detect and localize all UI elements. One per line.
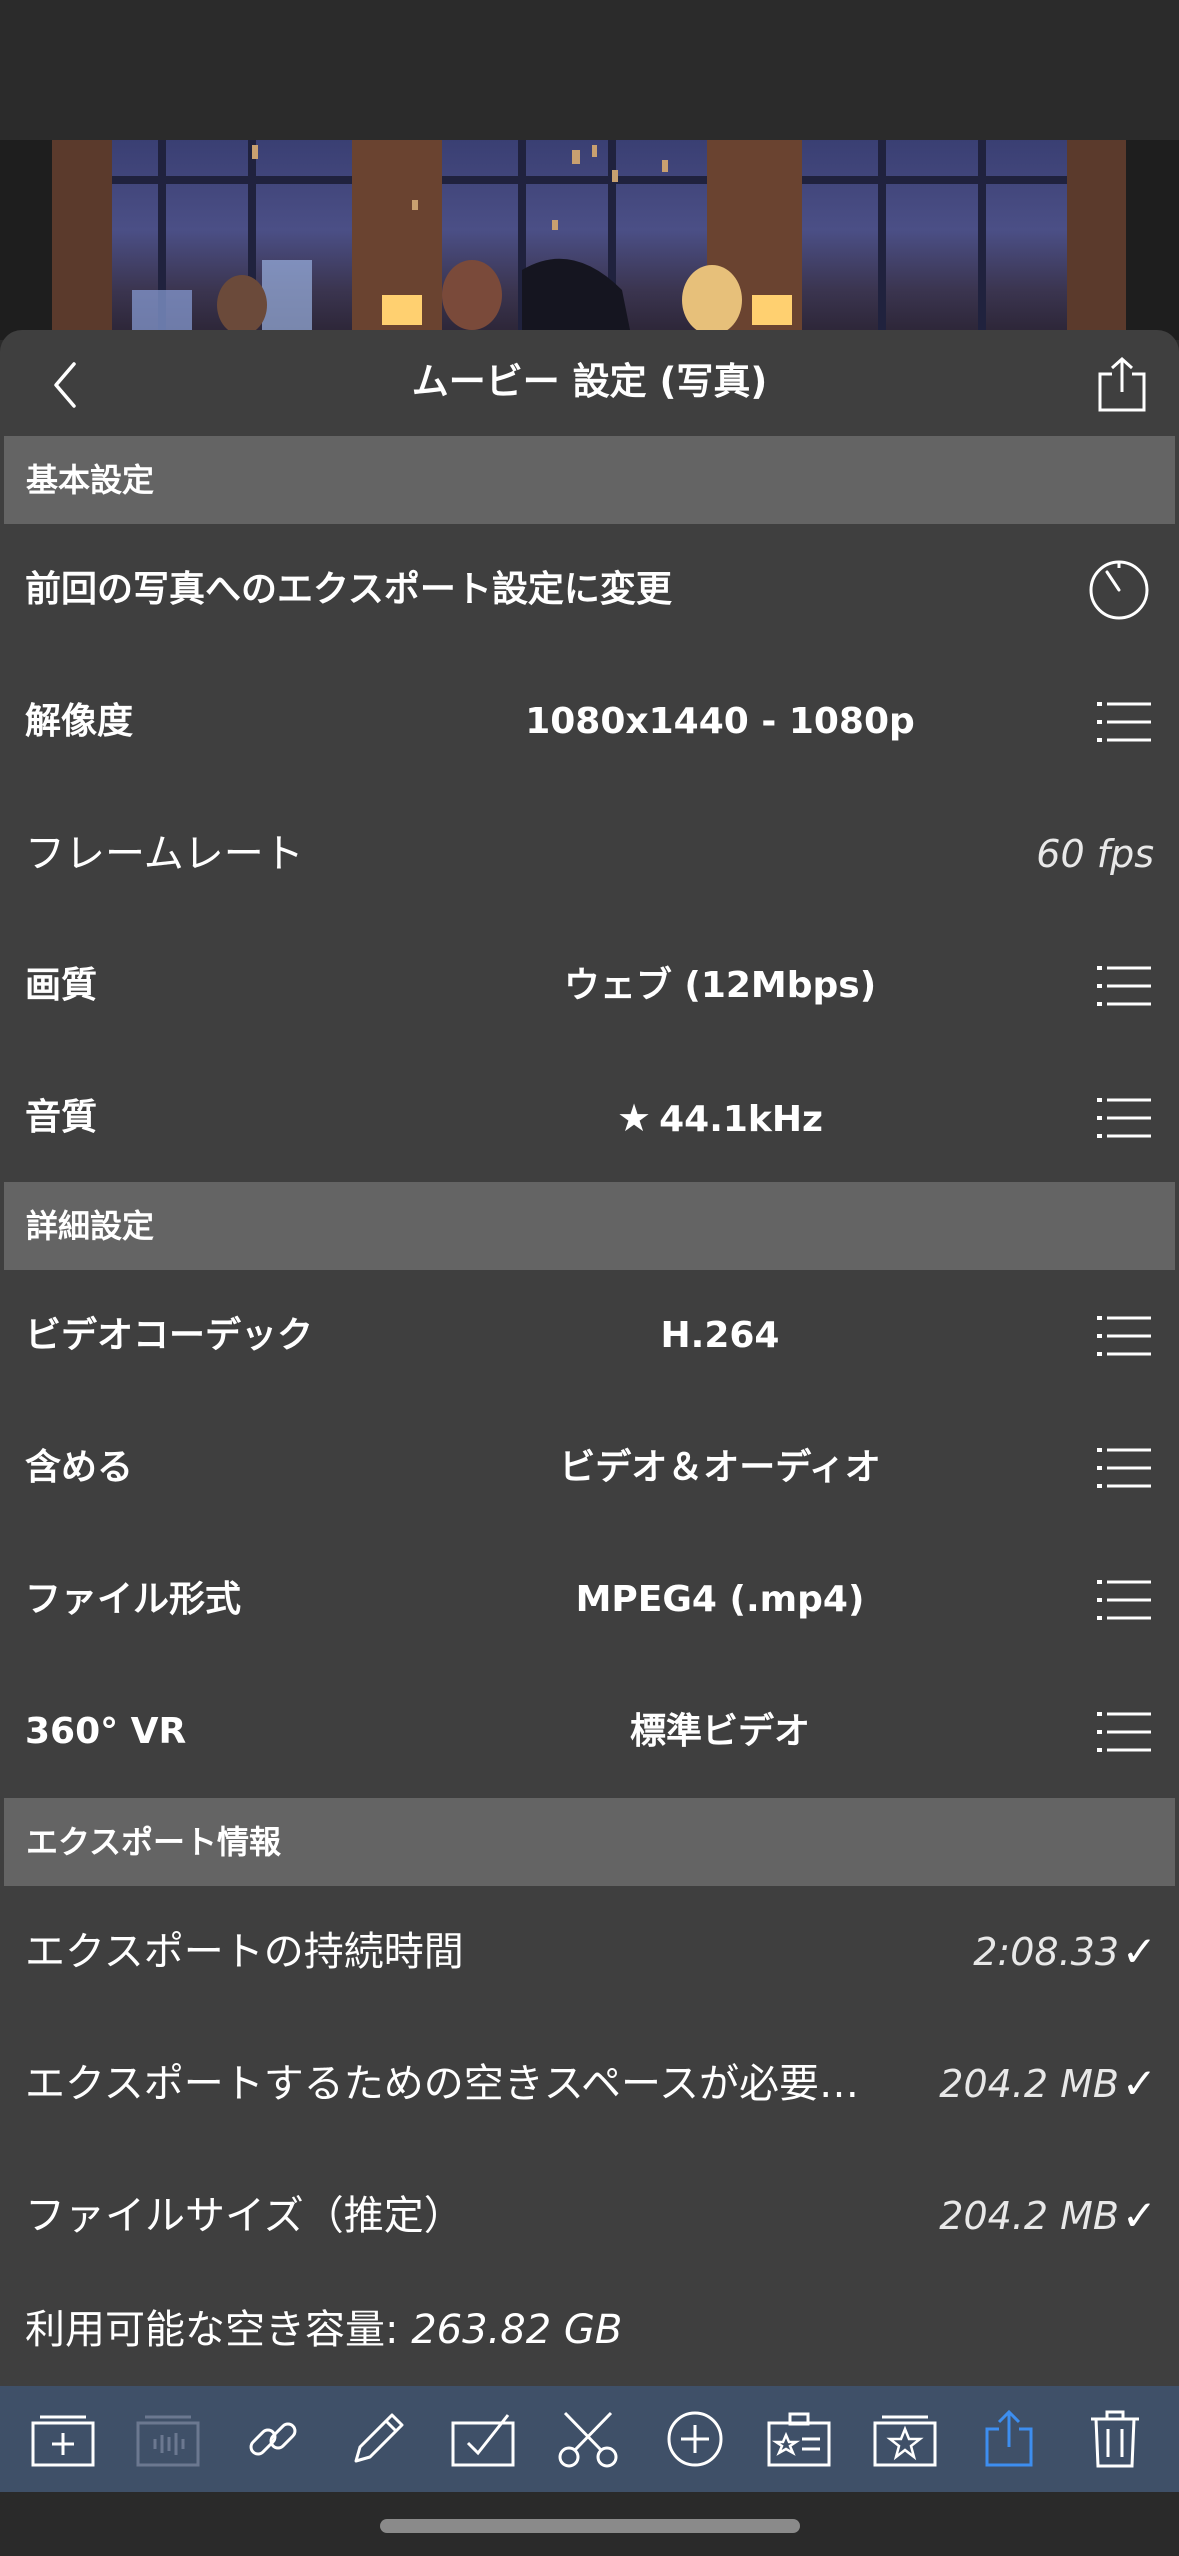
home-indicator-area xyxy=(0,2492,1179,2556)
quality-label: 画質 xyxy=(25,965,98,1006)
navigation-bar: ムービー 設定 (写真) xyxy=(0,330,1179,435)
list-menu-icon[interactable] xyxy=(1097,700,1151,744)
star-icon: ★ xyxy=(617,1096,652,1140)
edit-button[interactable] xyxy=(345,2406,411,2472)
audio-quality-text: 44.1kHz xyxy=(659,1099,823,1140)
file-size-label: ファイルサイズ（推定） xyxy=(25,2193,464,2239)
framerate-label: フレームレート xyxy=(25,831,304,877)
list-menu-icon[interactable] xyxy=(1097,964,1151,1008)
video-preview[interactable] xyxy=(0,140,1179,340)
check-icon: ✓ xyxy=(1121,2059,1157,2108)
row-quality[interactable]: 画質 ウェブ (12Mbps) xyxy=(0,920,1179,1052)
checkbox-icon xyxy=(451,2414,515,2467)
available-space-value: 263.82 GB xyxy=(411,2307,623,2353)
row-required-space: エクスポートするための空きスペースが必要… 204.2 MB ✓ xyxy=(0,2018,1179,2150)
status-bar-area xyxy=(0,0,1179,140)
share-icon xyxy=(1098,356,1146,412)
list-menu-icon[interactable] xyxy=(1097,1314,1151,1358)
duration-label: エクスポートの持続時間 xyxy=(25,1929,464,1975)
row-360-vr[interactable]: 360° VR 標準ビデオ xyxy=(0,1666,1179,1798)
row-framerate: フレームレート 60 fps xyxy=(0,788,1179,920)
previous-export-label: 前回の写真へのエクスポート設定に変更 xyxy=(25,569,672,610)
row-file-format[interactable]: ファイル形式 MPEG4 (.mp4) xyxy=(0,1534,1179,1666)
row-export-duration: エクスポートの持続時間 2:08.33 ✓ xyxy=(0,1886,1179,2018)
add-clip-button[interactable] xyxy=(30,2406,96,2472)
share-export-button[interactable] xyxy=(976,2406,1042,2472)
delete-button[interactable] xyxy=(1082,2406,1148,2472)
cut-button[interactable] xyxy=(555,2406,621,2472)
movie-settings-sheet: ムービー 設定 (写真) 基本設定 前回の写真へのエクスポート設定に変更 解像度… xyxy=(0,330,1179,2390)
vr-value: 標準ビデオ xyxy=(629,1711,810,1752)
check-icon: ✓ xyxy=(1121,2191,1157,2240)
add-button[interactable] xyxy=(662,2406,728,2472)
row-video-codec[interactable]: ビデオコーデック H.264 xyxy=(0,1270,1179,1402)
duration-value: 2:08.33 xyxy=(973,1930,1119,1974)
row-previous-export-settings[interactable]: 前回の写真へのエクスポート設定に変更 xyxy=(0,524,1179,656)
required-space-value: 204.2 MB xyxy=(939,2062,1119,2106)
back-button[interactable] xyxy=(30,350,100,420)
audio-quality-label: 音質 xyxy=(25,1097,98,1138)
row-audio-quality[interactable]: 音質 ★ 44.1kHz xyxy=(0,1052,1179,1184)
home-indicator[interactable] xyxy=(380,2519,800,2533)
available-space-label: 利用可能な空き容量: xyxy=(25,2307,399,2353)
select-button[interactable] xyxy=(450,2406,516,2472)
list-menu-icon[interactable] xyxy=(1097,1578,1151,1622)
pencil-icon xyxy=(354,2413,404,2463)
row-resolution[interactable]: 解像度 1080x1440 - 1080p xyxy=(0,656,1179,788)
favorite-button[interactable] xyxy=(872,2406,938,2472)
page-title: ムービー 設定 (写真) xyxy=(411,360,768,403)
codec-label: ビデオコーデック xyxy=(25,1315,314,1356)
add-clip-icon xyxy=(31,2415,95,2467)
section-header-export-info: エクスポート情報 xyxy=(4,1798,1175,1886)
format-label: ファイル形式 xyxy=(25,1579,242,1620)
file-size-value: 204.2 MB xyxy=(939,2194,1119,2238)
list-menu-icon[interactable] xyxy=(1097,1096,1151,1140)
section-header-detail: 詳細設定 xyxy=(4,1182,1175,1270)
include-value: ビデオ＆オーディオ xyxy=(559,1447,881,1488)
include-label: 含める xyxy=(25,1447,134,1488)
row-include[interactable]: 含める ビデオ＆オーディオ xyxy=(0,1402,1179,1534)
row-available-space: 利用可能な空き容量: 263.82 GB xyxy=(0,2270,1179,2390)
share-icon xyxy=(985,2409,1033,2467)
check-icon: ✓ xyxy=(1121,1927,1157,1976)
title-card-button[interactable] xyxy=(766,2406,832,2472)
preview-frame xyxy=(52,140,1126,340)
audio-quality-value: ★ 44.1kHz xyxy=(420,1052,1020,1186)
required-space-label: エクスポートするための空きスペースが必要… xyxy=(25,2061,859,2107)
section-title-export-info: エクスポート情報 xyxy=(26,1823,282,1861)
trash-icon xyxy=(1091,2410,1139,2468)
list-menu-icon[interactable] xyxy=(1097,1710,1151,1754)
timer-icon[interactable] xyxy=(1087,558,1151,622)
link-icon xyxy=(249,2422,297,2456)
audio-clip-button[interactable] xyxy=(135,2406,201,2472)
plus-circle-icon xyxy=(667,2411,723,2467)
chevron-left-icon xyxy=(54,362,76,408)
section-title-detail: 詳細設定 xyxy=(26,1207,155,1245)
bottom-toolbar xyxy=(0,2386,1179,2492)
quality-value: ウェブ (12Mbps) xyxy=(563,965,877,1006)
preview-scene-image xyxy=(52,140,1126,340)
framerate-value: 60 fps xyxy=(1036,832,1154,876)
list-menu-icon[interactable] xyxy=(1097,1446,1151,1490)
favorite-icon xyxy=(873,2415,937,2467)
section-title-basic: 基本設定 xyxy=(26,461,155,499)
title-card-icon xyxy=(767,2412,831,2467)
share-button[interactable] xyxy=(1087,350,1157,420)
section-header-basic: 基本設定 xyxy=(4,436,1175,524)
codec-value: H.264 xyxy=(660,1315,780,1356)
row-estimated-file-size: ファイルサイズ（推定） 204.2 MB ✓ xyxy=(0,2150,1179,2282)
available-space-text: 利用可能な空き容量: 263.82 GB xyxy=(25,2270,622,2390)
format-value: MPEG4 (.mp4) xyxy=(575,1579,865,1620)
resolution-label: 解像度 xyxy=(25,701,134,742)
scissors-icon xyxy=(558,2411,618,2468)
audio-clip-icon xyxy=(136,2415,200,2467)
resolution-value: 1080x1440 - 1080p xyxy=(525,701,915,742)
link-button[interactable] xyxy=(240,2406,306,2472)
vr-label: 360° VR xyxy=(25,1711,187,1752)
